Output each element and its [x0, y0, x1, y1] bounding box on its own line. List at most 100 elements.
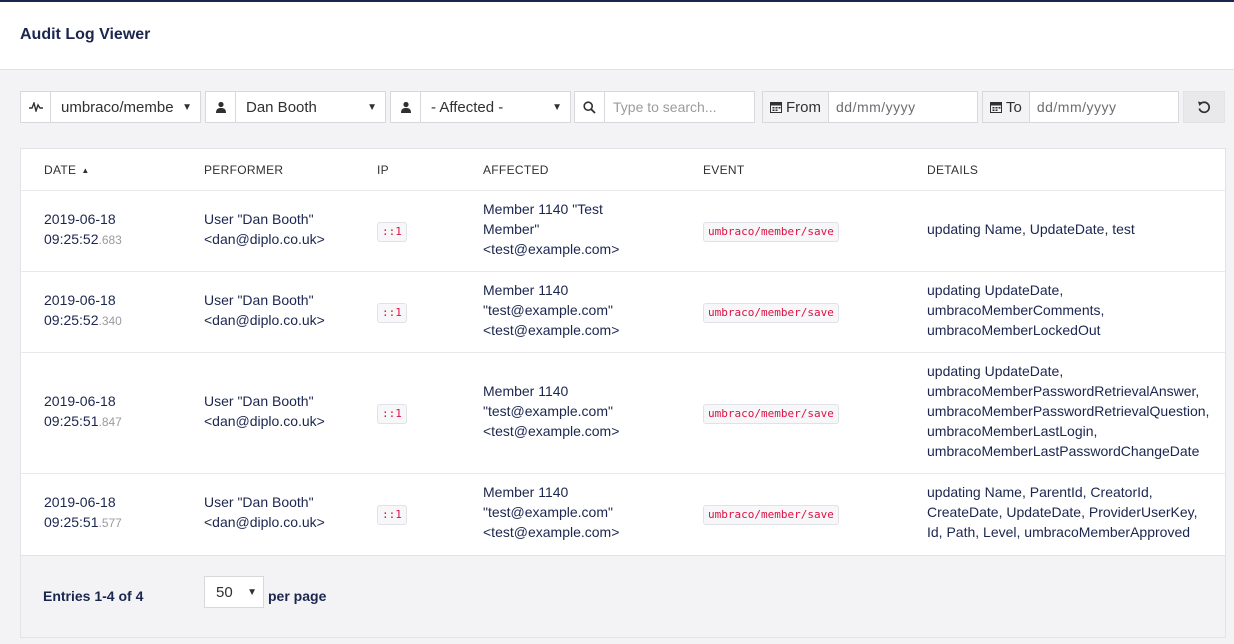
- event-select[interactable]: umbraco/membe ▼: [51, 99, 200, 116]
- milliseconds-value: .683: [98, 233, 122, 247]
- reset-filters-button[interactable]: [1183, 91, 1225, 123]
- row-performer: User "Dan Booth" <dan@diplo.co.uk>: [204, 290, 325, 330]
- chevron-down-icon: ▼: [247, 586, 257, 598]
- row-date: 2019-06-18 09:25:52.683: [44, 209, 122, 250]
- affected-line: <test@example.com>: [483, 524, 620, 540]
- table-footer: Entries 1-4 of 4 50 ▼ per page: [21, 555, 1225, 637]
- row-date: 2019-06-18 09:25:51.577: [44, 492, 122, 533]
- affected-select[interactable]: - Affected - ▼: [421, 99, 570, 116]
- to-date-input[interactable]: dd/mm/yyyy: [1030, 99, 1178, 115]
- milliseconds-value: .577: [98, 516, 122, 530]
- performer-email: <dan@diplo.co.uk>: [204, 231, 325, 247]
- row-details: updating UpdateDate, umbracoMemberPasswo…: [927, 361, 1209, 461]
- performer-select-value: Dan Booth: [246, 98, 317, 116]
- from-label: From: [786, 98, 821, 116]
- ip-badge: ::1: [377, 404, 407, 424]
- milliseconds-value: .340: [98, 314, 122, 328]
- reset-icon: [1198, 101, 1210, 114]
- event-select-value: umbraco/membe: [61, 98, 174, 116]
- row-affected: Member 1140 "test@example.com" <test@exa…: [483, 482, 619, 542]
- details-line: umbracoMemberLastPasswordChangeDate: [927, 443, 1200, 459]
- performer-email: <dan@diplo.co.uk>: [204, 514, 325, 530]
- row-date: 2019-06-18 09:25:51.847: [44, 391, 122, 432]
- column-header-performer[interactable]: PERFORMER: [204, 163, 283, 177]
- calendar-icon: [990, 102, 1002, 113]
- details-line: updating UpdateDate,: [927, 363, 1064, 379]
- time-value: 09:25:52: [44, 312, 99, 328]
- event-badge: umbraco/member/save: [703, 222, 839, 242]
- date-value: 2019-06-18: [44, 211, 116, 227]
- details-line: updating Name, UpdateDate, test: [927, 221, 1135, 237]
- date-value: 2019-06-18: [44, 393, 116, 409]
- details-line: updating UpdateDate,: [927, 282, 1064, 298]
- affected-filter[interactable]: - Affected - ▼: [390, 91, 571, 123]
- affected-line: Member 1140 "Test: [483, 201, 603, 217]
- details-line: umbracoMemberLastLogin,: [927, 423, 1098, 439]
- column-header-event[interactable]: EVENT: [703, 163, 745, 177]
- details-line: umbracoMemberLockedOut: [927, 322, 1101, 338]
- affected-line: Member 1140: [483, 282, 569, 298]
- time-value: 09:25:51: [44, 413, 99, 429]
- column-header-details-label: DETAILS: [927, 163, 979, 177]
- table-header: DATE ▲ PERFORMER IP AFFECTED EVENT DETAI…: [21, 149, 1225, 191]
- row-affected: Member 1140 "test@example.com" <test@exa…: [483, 280, 619, 340]
- search-input[interactable]: Type to search...: [605, 99, 754, 115]
- table-row: 2019-06-18 09:25:52.340 User "Dan Booth"…: [21, 272, 1225, 353]
- row-details: updating UpdateDate, umbracoMemberCommen…: [927, 280, 1104, 340]
- user-icon: [206, 92, 236, 122]
- affected-line: <test@example.com>: [483, 423, 620, 439]
- page-size-select[interactable]: 50 ▼: [204, 576, 264, 608]
- activity-icon: [21, 92, 51, 122]
- details-line: umbracoMemberPasswordRetrievalQuestion,: [927, 403, 1210, 419]
- details-line: Id, Path, Level, umbracoMemberApproved: [927, 524, 1191, 540]
- row-performer: User "Dan Booth" <dan@diplo.co.uk>: [204, 209, 325, 249]
- performer-filter[interactable]: Dan Booth ▼: [205, 91, 386, 123]
- performer-name: User "Dan Booth": [204, 393, 314, 409]
- column-header-details[interactable]: DETAILS: [927, 163, 978, 177]
- search-box[interactable]: Type to search...: [574, 91, 755, 123]
- sort-ascending-icon: ▲: [81, 165, 90, 175]
- to-date-filter[interactable]: To dd/mm/yyyy: [982, 91, 1179, 123]
- event-filter[interactable]: umbraco/membe ▼: [20, 91, 201, 123]
- from-date-input[interactable]: dd/mm/yyyy: [829, 99, 977, 115]
- ip-badge: ::1: [377, 505, 407, 525]
- affected-line: Member 1140: [483, 383, 569, 399]
- affected-line: Member 1140: [483, 484, 569, 500]
- column-header-event-label: EVENT: [703, 163, 745, 177]
- performer-email: <dan@diplo.co.uk>: [204, 413, 325, 429]
- from-date-filter[interactable]: From dd/mm/yyyy: [762, 91, 978, 123]
- performer-email: <dan@diplo.co.uk>: [204, 312, 325, 328]
- row-affected: Member 1140 "Test Member" <test@example.…: [483, 199, 619, 259]
- row-date: 2019-06-18 09:25:52.340: [44, 290, 122, 331]
- event-badge: umbraco/member/save: [703, 404, 839, 424]
- from-date-addon: From: [763, 92, 829, 122]
- ip-badge: ::1: [377, 222, 407, 242]
- row-affected: Member 1140 "test@example.com" <test@exa…: [483, 381, 619, 441]
- details-line: umbracoMemberComments,: [927, 302, 1105, 318]
- milliseconds-value: .847: [98, 415, 122, 429]
- affected-line: "test@example.com": [483, 302, 613, 318]
- calendar-icon: [770, 102, 782, 113]
- affected-line: <test@example.com>: [483, 241, 620, 257]
- chevron-down-icon: ▼: [367, 101, 377, 113]
- time-value: 09:25:52: [44, 231, 99, 247]
- chevron-down-icon: ▼: [182, 101, 192, 113]
- column-header-date-label: DATE: [44, 163, 77, 177]
- column-header-affected[interactable]: AFFECTED: [483, 163, 549, 177]
- row-performer: User "Dan Booth" <dan@diplo.co.uk>: [204, 492, 325, 532]
- details-line: CreateDate, UpdateDate, ProviderUserKey,: [927, 504, 1198, 520]
- column-header-ip[interactable]: IP: [377, 163, 389, 177]
- row-performer: User "Dan Booth" <dan@diplo.co.uk>: [204, 391, 325, 431]
- column-header-date[interactable]: DATE ▲: [44, 163, 90, 177]
- affected-select-value: - Affected -: [431, 98, 504, 116]
- table-row: 2019-06-18 09:25:52.683 User "Dan Booth"…: [21, 191, 1225, 272]
- performer-select[interactable]: Dan Booth ▼: [236, 99, 385, 116]
- table-row: 2019-06-18 09:25:51.577 User "Dan Booth"…: [21, 474, 1225, 555]
- to-label: To: [1006, 98, 1022, 116]
- per-page-label: per page: [268, 588, 327, 604]
- column-header-affected-label: AFFECTED: [483, 163, 549, 177]
- event-badge: umbraco/member/save: [703, 303, 839, 323]
- date-value: 2019-06-18: [44, 292, 116, 308]
- page-header: Audit Log Viewer: [0, 2, 1234, 70]
- time-value: 09:25:51: [44, 514, 99, 530]
